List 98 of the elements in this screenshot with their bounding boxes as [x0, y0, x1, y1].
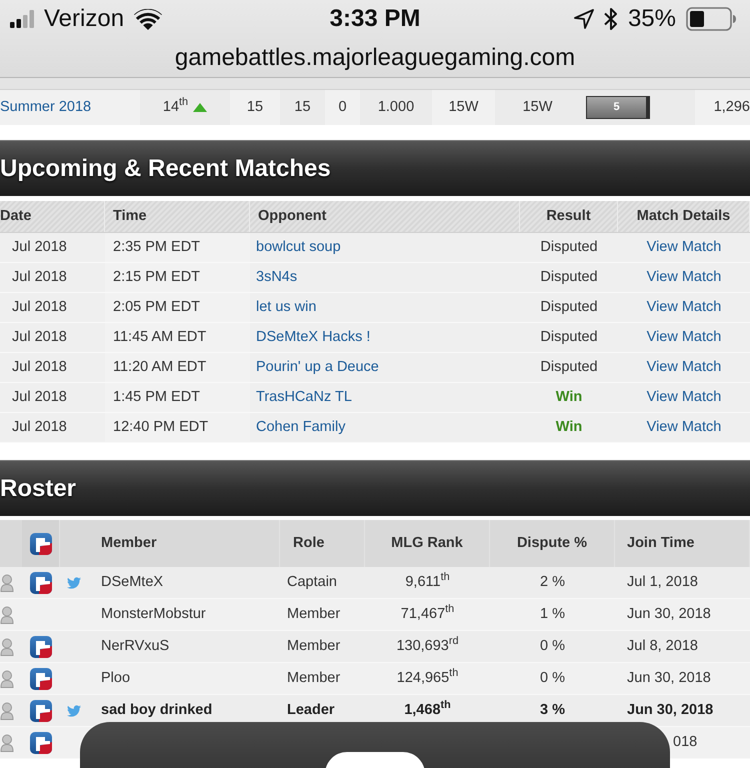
- table-cell-text: 15W: [522, 98, 552, 117]
- view-match-link[interactable]: View Match: [646, 266, 722, 288]
- table-cell-text: Jun 30, 2018: [627, 604, 711, 624]
- table-cell-text: Jul 8, 2018: [627, 636, 698, 656]
- table-cell-text: Captain: [287, 572, 337, 592]
- person-icon: [0, 638, 14, 656]
- table-cell-text: 0: [338, 98, 347, 117]
- place-rank: 14$^{th}$: [162, 96, 188, 117]
- table-cell-text: Jul 2018: [12, 328, 67, 347]
- person-icon: [0, 606, 14, 624]
- wifi-icon: [134, 8, 162, 30]
- table-cell-text: 2:15 PM EDT: [113, 268, 200, 287]
- opponent-link[interactable]: DSeMteX Hacks !: [256, 326, 370, 348]
- table-cell-text: 15W: [448, 98, 478, 117]
- person-icon: [0, 574, 14, 592]
- table-cell-text: 71,467$^{th}$: [400, 604, 454, 624]
- table-cell-text: 3 %: [540, 700, 565, 720]
- view-match-link[interactable]: View Match: [646, 236, 722, 258]
- clock-time: 3:33 PM: [330, 7, 420, 31]
- bluetooth-icon: [604, 7, 618, 31]
- opponent-link[interactable]: let us win: [256, 296, 316, 318]
- logo-icon: [30, 532, 52, 554]
- table-cell-text: 124,965$^{th}$: [396, 668, 458, 688]
- person-icon: [0, 734, 14, 752]
- table-cell-text: Jul 2018: [12, 358, 67, 377]
- member-name: Ploo: [101, 668, 130, 688]
- result-text: Win: [556, 418, 582, 437]
- result-text: Disputed: [540, 238, 598, 257]
- address-url[interactable]: gamebattles.majorleaguegaming.com: [174, 46, 576, 70]
- table-cell-text: Jul 2018: [12, 298, 67, 317]
- column-header: Dispute %: [516, 534, 588, 553]
- table-cell-text: 1,468$^{th}$: [404, 700, 451, 720]
- location-arrow-icon: [574, 9, 594, 29]
- table-cell-text: 9,611$^{th}$: [405, 572, 450, 592]
- view-match-link[interactable]: View Match: [646, 386, 722, 408]
- opponent-link[interactable]: 3sN4s: [256, 266, 298, 288]
- table-cell-text: 1:45 PM EDT: [113, 388, 200, 407]
- signal-icon: [10, 10, 34, 28]
- level-badge: 5: [586, 96, 650, 119]
- table-cell-text: 2 %: [540, 572, 565, 592]
- table-cell-text: Jul 2018: [12, 238, 67, 257]
- table-cell-text: 2:35 PM EDT: [113, 238, 200, 257]
- table-cell-text: 018: [673, 732, 698, 752]
- column-header: Match Details: [636, 206, 730, 226]
- table-cell-text: 1.000: [378, 98, 414, 117]
- section-title: Upcoming & Recent Matches: [0, 156, 331, 180]
- table-cell-text: Jul 2018: [12, 418, 67, 437]
- column-header: Join Time: [627, 534, 694, 553]
- column-header: Time: [113, 206, 147, 226]
- table-cell-text: 0 %: [540, 668, 565, 688]
- opponent-link[interactable]: Pourin' up a Deuce: [256, 356, 379, 378]
- view-match-link[interactable]: View Match: [646, 296, 722, 318]
- column-header: MLG Rank: [391, 534, 463, 553]
- battery-percent: 35%: [628, 7, 676, 31]
- table-cell-text: Jun 30, 2018: [627, 700, 714, 720]
- view-match-link[interactable]: View Match: [646, 416, 722, 438]
- battery-icon: [686, 7, 736, 31]
- table-cell-text: 130,693$^{rd}$: [396, 636, 459, 656]
- result-text: Disputed: [540, 298, 598, 317]
- column-header: Role: [293, 534, 324, 553]
- person-icon: [0, 702, 14, 720]
- table-cell-text: 1 %: [540, 604, 565, 624]
- result-text: Disputed: [540, 328, 598, 347]
- column-header: Member: [101, 534, 157, 553]
- table-cell-text: 0 %: [540, 636, 565, 656]
- table-cell-text: Leader: [287, 700, 335, 720]
- person-icon: [0, 670, 14, 688]
- member-name: NerRVxuS: [101, 636, 170, 656]
- member-name: MonsterMobstur: [101, 604, 206, 624]
- table-cell-text: Jun 30, 2018: [627, 668, 711, 688]
- table-cell-text: 1,296: [714, 98, 750, 117]
- table-cell-text: 11:45 AM EDT: [113, 328, 206, 347]
- table-cell-text: 2:05 PM EDT: [113, 298, 200, 317]
- table-cell-text: Member: [287, 668, 340, 688]
- result-text: Disputed: [540, 268, 598, 287]
- section-title: Roster: [0, 476, 76, 500]
- column-header: Opponent: [258, 206, 326, 226]
- member-name: DSeMteX: [101, 572, 164, 592]
- result-text: Win: [556, 388, 582, 407]
- view-match-link[interactable]: View Match: [646, 326, 722, 348]
- column-header: Date: [0, 206, 32, 226]
- view-match-link[interactable]: View Match: [646, 356, 722, 378]
- member-name: sad boy drinked: [101, 700, 212, 720]
- opponent-link[interactable]: Cohen Family: [256, 416, 346, 438]
- table-cell-text: Member: [287, 636, 340, 656]
- table-cell-text: Jul 2018: [12, 388, 67, 407]
- column-header: Result: [546, 206, 591, 226]
- table-cell-text: 11:20 AM EDT: [113, 358, 206, 377]
- result-text: Disputed: [540, 358, 598, 377]
- opponent-link[interactable]: bowlcut soup: [256, 236, 341, 258]
- table-cell-text: 15: [246, 98, 264, 117]
- table-cell-text: 12:40 PM EDT: [113, 418, 208, 437]
- table-cell-text: Jul 2018: [12, 268, 67, 287]
- opponent-link[interactable]: TrasHCaNz TL: [256, 386, 352, 408]
- table-cell-text: 15: [294, 98, 311, 117]
- table-cell-text: Jul 1, 2018: [627, 572, 698, 592]
- table-cell-text: Member: [287, 604, 340, 624]
- carrier-name: Verizon: [44, 7, 124, 31]
